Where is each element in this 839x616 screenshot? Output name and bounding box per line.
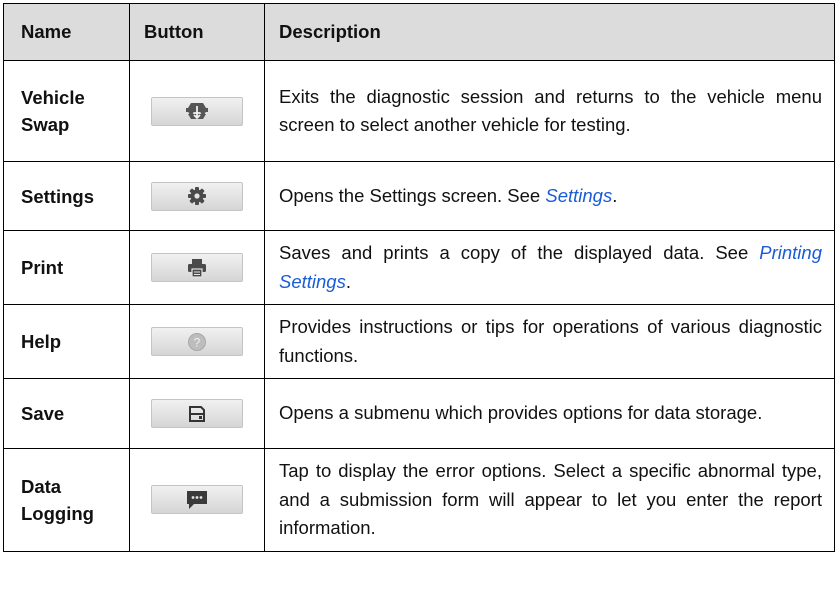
save-button[interactable] (151, 399, 243, 428)
name-line: Data (21, 475, 62, 497)
vehicle-swap-button[interactable] (151, 96, 243, 126)
row-name: Vehicle Swap (3, 60, 130, 162)
row-name: Settings (3, 161, 130, 231)
row-description: Opens the Settings screen. See Settings. (264, 161, 835, 231)
row-description: Provides instructions or tips for operat… (264, 304, 835, 379)
print-button[interactable] (151, 253, 243, 282)
vehicle-swap-icon (186, 103, 208, 120)
table-row: Settings Opens the Settings screen. See … (3, 161, 835, 231)
header-button: Button (129, 3, 265, 61)
row-description: Opens a submenu which provides options f… (264, 378, 835, 449)
button-cell (129, 60, 265, 162)
table-row: Help ? Provides instructions or tips for… (3, 304, 835, 379)
desc-text: Opens the Settings screen. See (279, 184, 546, 206)
help-button[interactable]: ? (151, 327, 243, 356)
name-line: Vehicle (21, 87, 85, 108)
header-row: Name Button Description (3, 3, 835, 61)
table-row: Print Saves and prints a copy of the dis… (3, 230, 835, 305)
printer-icon (188, 258, 206, 278)
desc-text: . (345, 270, 351, 292)
row-name: Help (3, 304, 130, 379)
name-line: Logging (21, 502, 94, 524)
name-line: Swap (21, 114, 70, 135)
row-description: Saves and prints a copy of the displayed… (264, 230, 835, 305)
row-name: Print (3, 230, 130, 305)
button-cell (129, 230, 265, 305)
button-cell: ? (129, 304, 265, 379)
gear-icon (188, 187, 206, 205)
table-row: Data Logging Tap to display the error op… (3, 448, 835, 552)
name-line: Help (21, 331, 62, 352)
row-name: Data Logging (3, 448, 130, 552)
header-description: Description (264, 3, 835, 61)
button-cell (129, 448, 265, 552)
name-line: Save (21, 403, 65, 424)
toolbar-buttons-table: Name Button Description Vehicle Swap Exi… (3, 3, 835, 552)
table-row: Save Opens a submenu which provides opti… (3, 378, 835, 449)
settings-link[interactable]: Settings (545, 185, 612, 206)
chat-bubble-icon (187, 490, 207, 509)
table-row: Vehicle Swap Exits the diagnostic sessio… (3, 60, 835, 162)
data-logging-button[interactable] (151, 485, 243, 515)
name-line: Print (21, 257, 64, 278)
help-icon: ? (188, 332, 206, 351)
row-name: Save (3, 378, 130, 449)
settings-button[interactable] (151, 181, 243, 211)
desc-text: . (612, 184, 618, 206)
desc-text: Saves and prints a copy of the displayed… (279, 242, 760, 263)
svg-text:?: ? (194, 335, 201, 349)
header-name: Name (3, 3, 130, 61)
row-description: Tap to display the error options. Select… (264, 448, 835, 552)
button-cell (129, 161, 265, 231)
name-line: Settings (21, 185, 94, 207)
save-icon (189, 405, 205, 422)
row-description: Exits the diagnostic session and returns… (264, 60, 835, 162)
button-cell (129, 378, 265, 449)
